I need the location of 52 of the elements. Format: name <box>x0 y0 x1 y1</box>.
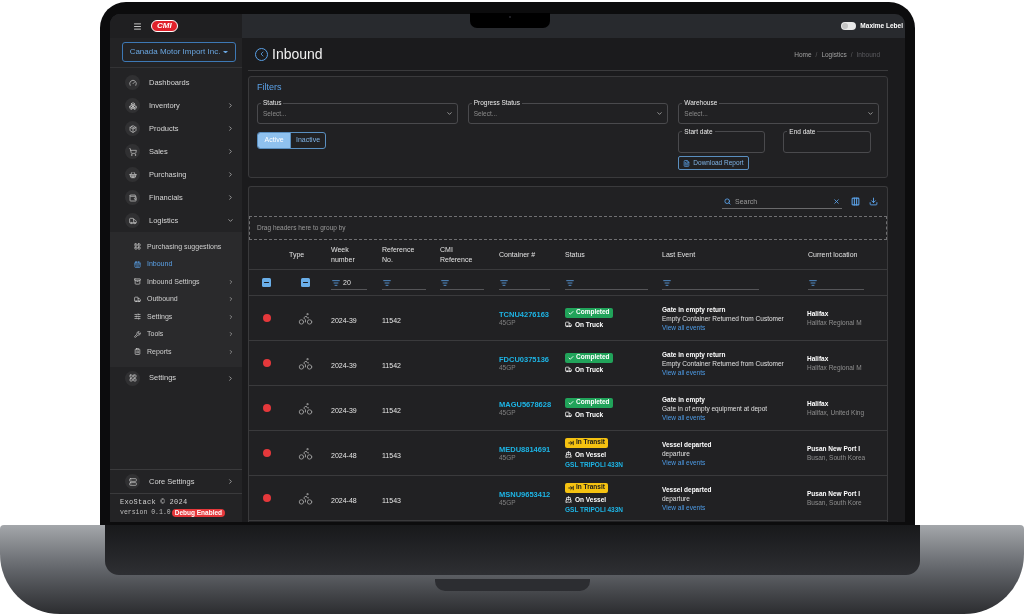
filters-title: Filters <box>257 81 283 93</box>
boxes-icon <box>125 98 140 113</box>
truck-icon <box>125 213 140 228</box>
wallet-icon <box>125 190 140 205</box>
arrow-to-line-icon <box>568 439 574 446</box>
arrow-to-line-icon <box>568 484 574 491</box>
gauge-icon <box>125 75 140 90</box>
chevron-down-icon <box>445 110 453 117</box>
basket-icon <box>125 167 140 182</box>
page-title: Inbound <box>272 47 323 61</box>
check-icon <box>568 399 574 406</box>
filter-icon <box>566 278 574 287</box>
close-icon[interactable] <box>833 198 840 205</box>
filter-icon <box>663 278 671 287</box>
document-icon <box>683 159 691 167</box>
columns-icon[interactable] <box>851 197 860 206</box>
download-icon[interactable] <box>869 197 878 206</box>
calendar-icon <box>134 260 141 268</box>
bicycle-icon <box>297 445 313 461</box>
filter-icon <box>332 278 340 287</box>
search-icon <box>724 198 731 205</box>
company-logo: CMI <box>151 20 178 32</box>
bicycle-icon <box>297 355 313 371</box>
caret-down-icon <box>223 50 229 54</box>
grid-icon <box>134 243 141 251</box>
chevron-down-icon <box>867 110 874 117</box>
archive-icon <box>134 278 141 286</box>
truck-icon <box>134 295 141 303</box>
check-icon <box>568 309 574 316</box>
wrench-icon <box>134 330 141 338</box>
company-dropdown[interactable]: Canada Motor Import Inc. <box>122 42 236 62</box>
package-icon <box>125 121 140 136</box>
minus-icon <box>263 279 270 286</box>
grid-icon <box>125 370 140 386</box>
filter-icon <box>383 278 391 287</box>
check-icon <box>568 354 574 361</box>
menu-icon[interactable] <box>133 21 142 31</box>
filter-icon <box>441 278 449 287</box>
chevron-down-icon <box>656 110 664 117</box>
bicycle-icon <box>297 400 313 416</box>
filter-icon <box>500 278 508 287</box>
server-icon <box>125 474 140 489</box>
bicycle-icon <box>297 490 313 506</box>
bicycle-icon <box>297 310 313 326</box>
minus-icon <box>301 279 309 286</box>
select-checkbox[interactable] <box>262 278 271 287</box>
filter-icon <box>809 278 817 287</box>
sliders-icon <box>134 313 141 321</box>
theme-switch[interactable] <box>841 22 857 30</box>
select-checkbox[interactable] <box>300 278 310 287</box>
clipboard-icon <box>134 348 141 356</box>
cart-icon <box>125 144 140 159</box>
